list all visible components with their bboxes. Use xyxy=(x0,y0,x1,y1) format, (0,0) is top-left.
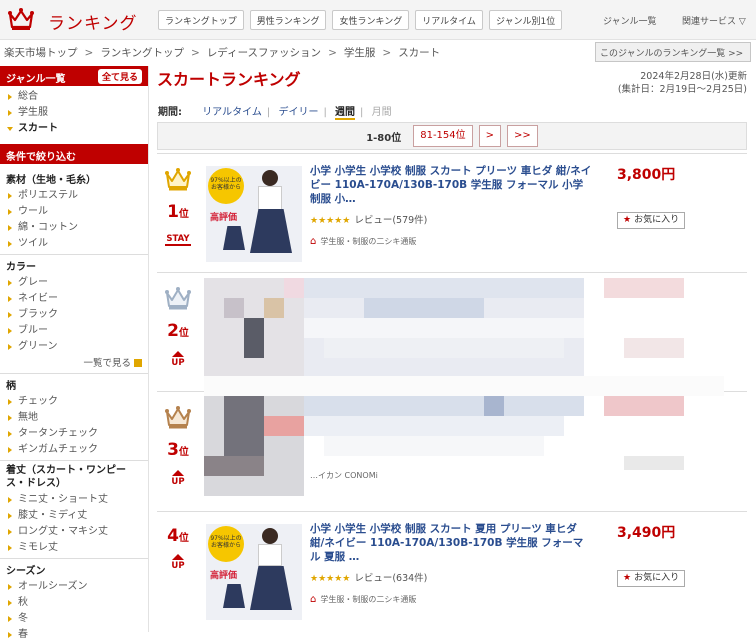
filter-knee[interactable]: 膝丈・ミディ丈 xyxy=(0,508,148,524)
period-daily[interactable]: デイリー xyxy=(278,107,318,118)
rank-number: 3位 xyxy=(167,440,189,460)
product-thumbnail[interactable]: 97%以上のお客様から 高評価 xyxy=(206,166,302,262)
rating-badge: 97%以上のお客様から xyxy=(208,526,244,562)
nav-male-ranking[interactable]: 男性ランキング xyxy=(249,10,327,30)
filter-gray[interactable]: グレー xyxy=(0,275,148,291)
sidebar-genre-all[interactable]: 総合 xyxy=(0,89,148,105)
top-nav: ランキングトップ 男性ランキング 女性ランキング リアルタイム ジャンル別1位 xyxy=(158,10,563,30)
filter-gingham[interactable]: ギンガムチェック xyxy=(0,442,148,458)
pager: 1-80位 81-154位 > >> xyxy=(157,122,747,150)
filter-green[interactable]: グリーン xyxy=(0,339,148,355)
breadcrumb-ladies-fashion[interactable]: レディースファッション xyxy=(207,47,321,59)
rating-stars: ★★★★★ レビュー(634件) xyxy=(310,573,428,584)
shop-link[interactable]: 学生服・制服の二シキ通販 xyxy=(310,594,416,605)
pager-current: 1-80位 xyxy=(366,132,402,144)
filter-autumn[interactable]: 秋 xyxy=(0,595,148,611)
rating-badge: 97%以上のお客様から xyxy=(208,168,244,204)
filter-section-season: シーズン xyxy=(0,558,148,579)
sidebar-genre: ジャンル一覧 全て見る 総合 学生服 スカート xyxy=(0,66,148,137)
filter-all-season[interactable]: オールシーズン xyxy=(0,579,148,595)
review-link[interactable]: レビュー(579件) xyxy=(354,215,427,226)
product-name-link[interactable]: 小学 小学生 小学校 制服 スカート プリーツ 車ヒダ 紺/ネイビー 110A-… xyxy=(310,164,592,206)
review-link[interactable]: レビュー(634件) xyxy=(354,573,427,584)
filter-section-color: カラー xyxy=(0,254,148,275)
color-more-link[interactable]: 一覧で見る xyxy=(0,355,148,371)
rating-stars: ★★★★★ レビュー(579件) xyxy=(310,215,428,226)
filter-check[interactable]: チェック xyxy=(0,394,148,410)
pager-next-range[interactable]: 81-154位 xyxy=(413,125,473,147)
sidebar-genre-uniform[interactable]: 学生服 xyxy=(0,105,148,121)
sidebar-genre-title: ジャンル一覧 全て見る xyxy=(0,66,148,86)
shop-link[interactable]: 学生服・制服の二シキ通販 xyxy=(310,236,416,247)
sidebar-filter: 条件で絞り込む 素材（生地・毛糸） ポリエステル ウール 綿・コットン ツイル … xyxy=(0,144,148,643)
period-tabs: 期間: リアルタイム | デイリー | 週間 | 月間 xyxy=(158,107,392,120)
sidebar-genre-skirt[interactable]: スカート xyxy=(0,121,148,137)
see-all-button[interactable]: 全て見る xyxy=(97,69,142,84)
filter-navy[interactable]: ネイビー xyxy=(0,291,148,307)
filter-title: 条件で絞り込む xyxy=(0,144,148,164)
nav-genre-first[interactable]: ジャンル別1位 xyxy=(488,10,563,30)
period-realtime[interactable]: リアルタイム xyxy=(202,107,262,118)
sidebar-divider xyxy=(148,66,149,632)
blurred-content xyxy=(204,278,724,500)
rank-status-up: UP xyxy=(165,554,191,571)
update-date: 2024年2月28日(水)更新 (集計日：2月19日〜2月25日) xyxy=(617,71,747,95)
crown-logo-icon[interactable] xyxy=(8,7,34,31)
favorite-button[interactable]: お気に入り xyxy=(617,212,686,229)
ranking-item-4: 4位 UP 97%以上のお客様から 高評価 小学 小学生 小学校 制服 スカート… xyxy=(157,511,747,629)
product-name-link[interactable]: 小学 小学生 小学校 制服 スカート 夏用 プリーツ 車ヒダ 紺/ネイビー 11… xyxy=(310,522,592,564)
period-monthly: 月間 xyxy=(371,107,392,118)
genre-list-link[interactable]: ジャンル一覧 xyxy=(603,14,657,27)
product-price: 3,800円 xyxy=(617,167,676,183)
filter-winter[interactable]: 冬 xyxy=(0,611,148,627)
filter-mini[interactable]: ミニ丈・ショート丈 xyxy=(0,492,148,508)
rank-number: 4位 xyxy=(167,526,189,546)
logo-text[interactable]: ランキング xyxy=(48,9,138,34)
rank-status-up: UP xyxy=(165,351,191,368)
breadcrumb: 楽天市場トップ > ランキングトップ > レディースファッション > 学生服 > スカート xyxy=(4,47,441,59)
page-title: スカートランキング xyxy=(157,70,301,89)
nav-female-ranking[interactable]: 女性ランキング xyxy=(332,10,410,30)
nav-realtime[interactable]: リアルタイム xyxy=(415,10,483,30)
product-thumbnail[interactable]: 97%以上のお客様から 高評価 xyxy=(206,524,302,620)
filter-section-material: 素材（生地・毛糸） xyxy=(6,175,96,186)
other-genre-ranking-button[interactable]: このジャンルのランキング一覧 >> xyxy=(595,42,751,62)
rank-number: 2位 xyxy=(167,321,189,341)
filter-tartan[interactable]: タータンチェック xyxy=(0,426,148,442)
filter-polyester[interactable]: ポリエステル xyxy=(0,188,148,204)
filter-mimore[interactable]: ミモレ丈 xyxy=(0,540,148,556)
more-arrow-icon xyxy=(134,359,142,367)
filter-twill[interactable]: ツイル xyxy=(0,236,148,252)
breadcrumb-school-uniform[interactable]: 学生服 xyxy=(344,47,376,59)
ranking-item-1: 1位 STAY 97%以上のお客様から 高評価 小学 小学生 小学校 制服 スカ… xyxy=(157,153,747,271)
period-weekly[interactable]: 週間 xyxy=(335,107,356,120)
rank-status-up: UP xyxy=(165,470,191,487)
filter-solid[interactable]: 無地 xyxy=(0,410,148,426)
header: ランキング ランキングトップ 男性ランキング 女性ランキング リアルタイム ジャ… xyxy=(0,0,756,40)
related-services-link[interactable]: 関連サービス ▽ xyxy=(682,14,746,27)
favorite-button[interactable]: お気に入り xyxy=(617,570,686,587)
product-price: 3,490円 xyxy=(617,525,676,541)
pager-next-button[interactable]: > xyxy=(478,125,502,147)
nav-ranking-top[interactable]: ランキングトップ xyxy=(158,10,244,30)
breadcrumb-ranking-top[interactable]: ランキングトップ xyxy=(100,47,184,59)
silver-crown-icon xyxy=(165,287,191,310)
pager-last-button[interactable]: >> xyxy=(507,125,538,147)
rank-number: 1位 xyxy=(167,202,189,222)
filter-section-pattern: 柄 xyxy=(0,373,148,394)
filter-spring[interactable]: 春 xyxy=(0,627,148,643)
rank-status-stay: STAY xyxy=(165,234,191,246)
gold-crown-icon xyxy=(165,168,191,191)
filter-long[interactable]: ロング丈・マキシ丈 xyxy=(0,524,148,540)
filter-blue[interactable]: ブルー xyxy=(0,323,148,339)
filter-wool[interactable]: ウール xyxy=(0,204,148,220)
breadcrumb-skirt: スカート xyxy=(398,47,441,59)
filter-cotton[interactable]: 綿・コットン xyxy=(0,220,148,236)
filter-black[interactable]: ブラック xyxy=(0,307,148,323)
breadcrumb-rakuten-top[interactable]: 楽天市場トップ xyxy=(4,47,78,59)
filter-section-length: 着丈（スカート・ワンピース・ドレス） xyxy=(0,460,148,492)
bronze-crown-icon xyxy=(165,406,191,429)
